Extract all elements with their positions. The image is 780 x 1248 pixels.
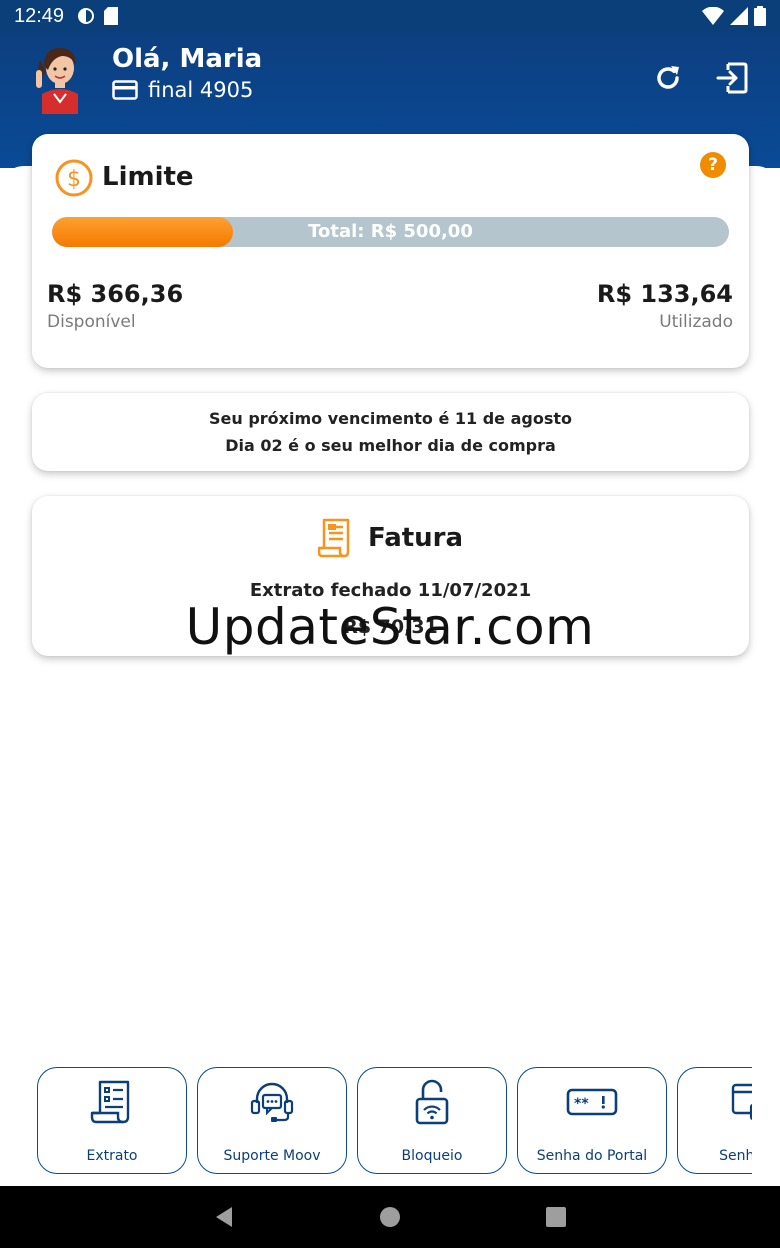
status-notification-icons: [76, 6, 119, 26]
svg-text:$: $: [67, 167, 81, 192]
shortcut-label: Extrato: [86, 1148, 138, 1164]
shortcut-label: Bloqueio: [401, 1148, 463, 1164]
due-date-card: Seu próximo vencimento é 11 de agosto Di…: [32, 393, 749, 471]
card-lock-icon: [731, 1083, 752, 1120]
signal-icon: [730, 7, 748, 25]
shortcut-senha-portal[interactable]: ** Senha do Portal: [517, 1067, 667, 1174]
watermark-text: UpdateStar.com: [185, 598, 595, 656]
invoice-title: Fatura: [367, 523, 464, 553]
receipt-list-icon: [90, 1080, 130, 1124]
refresh-icon: [657, 66, 679, 89]
svg-text:**: **: [574, 1096, 589, 1112]
best-purchase-day-text: Dia 02 é o seu melhor dia de compra: [225, 436, 556, 455]
nav-home-button[interactable]: [360, 1186, 420, 1248]
unlock-wifi-icon: [415, 1079, 449, 1125]
shortcut-label: Senha do Portal: [536, 1148, 648, 1164]
refresh-button[interactable]: [648, 58, 688, 98]
headset-icon: [250, 1082, 294, 1122]
back-triangle-icon: [216, 1207, 232, 1227]
used-label: Utilizado: [659, 312, 733, 332]
greeting-title: Olá, Maria: [112, 44, 263, 74]
dollar-coin-icon: $: [55, 159, 93, 197]
logout-button[interactable]: [712, 58, 752, 98]
sd-card-icon: [104, 7, 119, 25]
status-system-icons: [702, 6, 766, 26]
status-bar: 12:49: [0, 0, 780, 32]
shortcut-bloqueio[interactable]: Bloqueio: [357, 1067, 507, 1174]
invoice-header: Fatura: [32, 518, 749, 558]
invoice-icon: [317, 518, 350, 558]
limit-title: Limite: [102, 162, 194, 192]
battery-icon: [754, 6, 766, 26]
help-icon[interactable]: ?: [700, 152, 726, 178]
shortcut-suporte[interactable]: Suporte Moov: [197, 1067, 347, 1174]
status-time: 12:49: [14, 4, 65, 27]
shortcut-label: Suporte Moov: [223, 1148, 321, 1164]
nav-recents-button[interactable]: [526, 1186, 586, 1248]
recents-square-icon: [546, 1207, 566, 1227]
shortcut-senha-cartao[interactable]: Senha de: [677, 1067, 752, 1174]
shortcuts-carousel[interactable]: Extrato Suporte Moov Bloqueio ** Senha d…: [0, 1066, 752, 1176]
credit-card-icon: [112, 80, 138, 100]
available-label: Disponível: [47, 312, 136, 332]
used-amount: R$ 133,64: [596, 280, 733, 308]
card-info: final 4905: [112, 78, 253, 102]
limit-total-label: Total: R$ 500,00: [308, 221, 473, 242]
nav-back-button[interactable]: [194, 1186, 254, 1248]
wifi-icon: [702, 7, 724, 25]
app-notification-icon: [78, 8, 95, 24]
logout-icon: [716, 62, 748, 94]
available-amount: R$ 366,36: [47, 280, 184, 308]
shortcut-extrato[interactable]: Extrato: [37, 1067, 187, 1174]
system-navigation-bar: [0, 1186, 780, 1248]
avatar[interactable]: [32, 42, 88, 114]
limit-card: $ Limite ? Total: R$ 500,00 R$ 366,36 Di…: [32, 134, 749, 368]
password-field-icon: **: [566, 1088, 618, 1116]
due-date-text: Seu próximo vencimento é 11 de agosto: [208, 409, 572, 428]
limit-progress-bar: Total: R$ 500,00: [52, 217, 729, 247]
home-circle-icon: [380, 1207, 400, 1227]
shortcut-label: Senha de: [719, 1148, 752, 1164]
card-final-label: final 4905: [148, 78, 254, 102]
